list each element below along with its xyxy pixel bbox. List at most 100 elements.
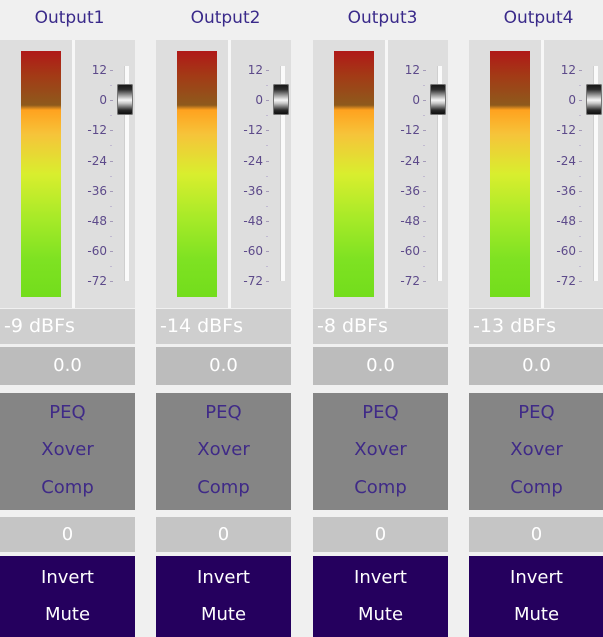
invert-button[interactable]: Invert xyxy=(313,561,448,595)
scale-minor-tick xyxy=(579,176,581,177)
scale-tick xyxy=(423,130,426,131)
fader-knob[interactable] xyxy=(117,84,133,115)
comp-button[interactable]: Comp xyxy=(469,471,603,505)
invert-button[interactable]: Invert xyxy=(0,561,135,595)
processing-block: PEQ Xover Comp xyxy=(469,393,603,510)
comp-button[interactable]: Comp xyxy=(0,471,135,505)
scale-label: -24 xyxy=(87,154,107,168)
scale-minor-tick xyxy=(423,85,425,86)
scale-label: -12 xyxy=(556,123,576,137)
scale-minor-tick xyxy=(266,266,268,267)
scale-minor-tick xyxy=(423,236,425,237)
scale-label: -48 xyxy=(243,214,263,228)
scale-label: -12 xyxy=(87,123,107,137)
mute-button[interactable]: Mute xyxy=(469,598,603,632)
processing-block: PEQ Xover Comp xyxy=(0,393,135,510)
value-readout[interactable]: 0 xyxy=(0,517,135,552)
dbfs-readout: -13 dBFs xyxy=(469,309,603,344)
scale-label: -60 xyxy=(243,244,263,258)
scale-minor-tick xyxy=(110,145,112,146)
scale-tick xyxy=(110,221,113,222)
scale-tick xyxy=(423,191,426,192)
scale-minor-tick xyxy=(110,206,112,207)
output-strip: Output4 12 0 -12 -24 -36 -48 -60 -72 -13 dBFs 0… xyxy=(469,0,603,637)
processing-block: PEQ Xover Comp xyxy=(156,393,291,510)
scale-label: -36 xyxy=(400,184,420,198)
scale-tick xyxy=(266,221,269,222)
scale-tick xyxy=(266,130,269,131)
meter-scale: 12 0 -12 -24 -36 -48 -60 -72 xyxy=(77,52,119,300)
scale-label: 0 xyxy=(255,93,263,107)
invert-button[interactable]: Invert xyxy=(469,561,603,595)
peq-button[interactable]: PEQ xyxy=(156,396,291,430)
scale-tick xyxy=(110,70,113,71)
scale-label: -24 xyxy=(556,154,576,168)
scale-tick xyxy=(579,221,582,222)
xover-button[interactable]: Xover xyxy=(156,433,291,467)
scale-minor-tick xyxy=(579,115,581,116)
gain-readout[interactable]: 0.0 xyxy=(0,347,135,385)
mute-button[interactable]: Mute xyxy=(0,598,135,632)
scale-tick xyxy=(579,191,582,192)
dbfs-readout: -14 dBFs xyxy=(156,309,291,344)
processing-block: PEQ Xover Comp xyxy=(313,393,448,510)
fader-knob[interactable] xyxy=(586,84,602,115)
gain-readout[interactable]: 0.0 xyxy=(156,347,291,385)
scale-minor-tick xyxy=(423,145,425,146)
scale-tick xyxy=(266,281,269,282)
scale-tick xyxy=(266,161,269,162)
scale-minor-tick xyxy=(110,236,112,237)
mute-button[interactable]: Mute xyxy=(156,598,291,632)
value-readout[interactable]: 0 xyxy=(469,517,603,552)
scale-tick xyxy=(110,251,113,252)
purple-action-block: Invert Mute xyxy=(156,556,291,637)
scale-tick xyxy=(266,191,269,192)
value-readout[interactable]: 0 xyxy=(156,517,291,552)
scale-label: -72 xyxy=(243,274,263,288)
scale-minor-tick xyxy=(579,206,581,207)
scale-tick xyxy=(266,100,269,101)
xover-button[interactable]: Xover xyxy=(0,433,135,467)
scale-minor-tick xyxy=(579,266,581,267)
xover-button[interactable]: Xover xyxy=(313,433,448,467)
peq-button[interactable]: PEQ xyxy=(469,396,603,430)
scale-label: -12 xyxy=(400,123,420,137)
level-meter xyxy=(490,51,530,297)
fader-knob[interactable] xyxy=(273,84,289,115)
comp-button[interactable]: Comp xyxy=(313,471,448,505)
scale-minor-tick xyxy=(423,206,425,207)
scale-minor-tick xyxy=(266,85,268,86)
invert-button[interactable]: Invert xyxy=(156,561,291,595)
scale-label: 12 xyxy=(247,63,263,77)
scale-tick xyxy=(579,161,582,162)
value-readout[interactable]: 0 xyxy=(313,517,448,552)
scale-label: -60 xyxy=(556,244,576,258)
dbfs-readout: -9 dBFs xyxy=(0,309,135,344)
scale-label: -24 xyxy=(400,154,420,168)
comp-button[interactable]: Comp xyxy=(156,471,291,505)
scale-tick xyxy=(266,251,269,252)
gain-readout[interactable]: 0.0 xyxy=(469,347,603,385)
fader-knob[interactable] xyxy=(430,84,446,115)
purple-action-block: Invert Mute xyxy=(313,556,448,637)
scale-tick xyxy=(423,161,426,162)
scale-label: -24 xyxy=(243,154,263,168)
scale-label: -48 xyxy=(556,214,576,228)
peq-button[interactable]: PEQ xyxy=(0,396,135,430)
level-meter xyxy=(21,51,61,297)
meter-scale: 12 0 -12 -24 -36 -48 -60 -72 xyxy=(233,52,275,300)
scale-label: 12 xyxy=(91,63,107,77)
mute-button[interactable]: Mute xyxy=(313,598,448,632)
scale-minor-tick xyxy=(266,176,268,177)
scale-minor-tick xyxy=(423,176,425,177)
scale-tick xyxy=(110,191,113,192)
scale-tick xyxy=(579,281,582,282)
peq-button[interactable]: PEQ xyxy=(313,396,448,430)
gain-readout[interactable]: 0.0 xyxy=(313,347,448,385)
scale-tick xyxy=(579,251,582,252)
xover-button[interactable]: Xover xyxy=(469,433,603,467)
meter-divider xyxy=(228,40,231,308)
scale-tick xyxy=(579,70,582,71)
scale-tick xyxy=(423,70,426,71)
scale-tick xyxy=(423,100,426,101)
